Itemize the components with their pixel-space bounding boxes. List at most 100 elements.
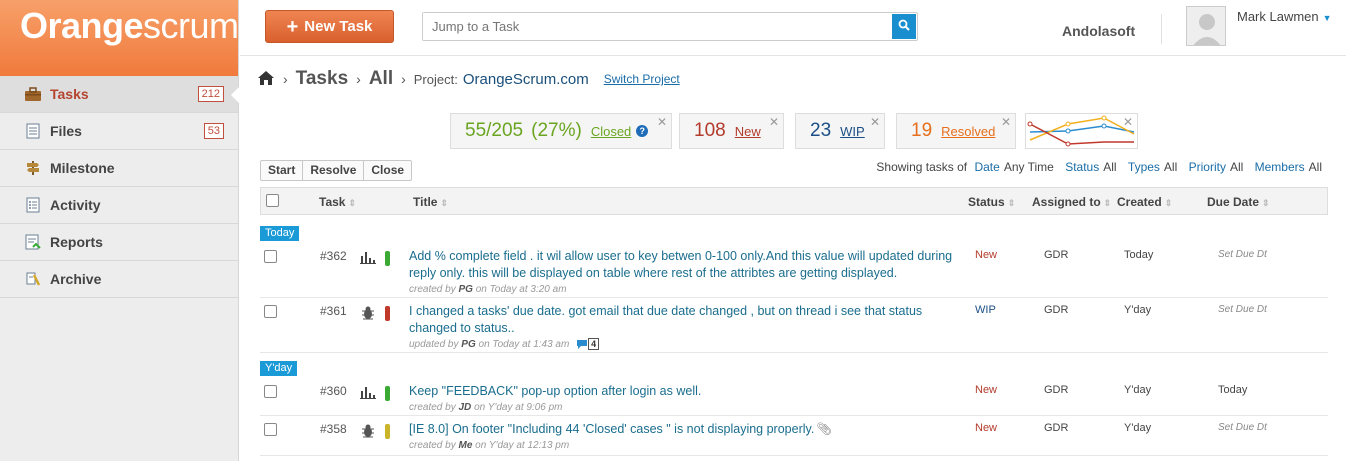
header-created[interactable]: Created ⇕ xyxy=(1117,195,1172,209)
closed-link[interactable]: Closed xyxy=(591,124,631,139)
plus-icon: + xyxy=(286,15,299,38)
task-number[interactable]: #362 xyxy=(320,249,347,263)
sidebar-item-reports[interactable]: Reports xyxy=(0,224,238,261)
due-date[interactable]: Set Due Dt xyxy=(1218,422,1267,433)
filter-date-value: Any Time xyxy=(1003,160,1054,174)
filter-types-value: All xyxy=(1163,160,1178,174)
archive-icon xyxy=(24,271,42,287)
status-label: WIP xyxy=(975,304,996,316)
header-title[interactable]: Title ⇕ xyxy=(413,195,448,209)
assignee[interactable]: GDR xyxy=(1044,304,1068,316)
resolved-stat[interactable]: 19 Resolved ✕ xyxy=(896,113,1016,149)
company-name[interactable]: Andolasoft xyxy=(1062,23,1135,39)
bar-chart-icon xyxy=(360,250,376,267)
filter-members-link[interactable]: Members xyxy=(1255,160,1305,174)
avatar[interactable] xyxy=(1186,6,1226,46)
breadcrumb-filter[interactable]: All xyxy=(369,68,393,90)
sort-icon: ⇕ xyxy=(1103,198,1112,208)
home-icon[interactable] xyxy=(257,70,275,89)
filter-status-link[interactable]: Status xyxy=(1065,160,1099,174)
trend-sparkline[interactable]: ✕ xyxy=(1025,113,1138,149)
close-icon[interactable]: ✕ xyxy=(1123,115,1133,129)
filter-types-link[interactable]: Types xyxy=(1128,160,1160,174)
comment-icon xyxy=(577,339,588,349)
task-number[interactable]: #358 xyxy=(320,422,347,436)
filter-priority-value: All xyxy=(1229,160,1244,174)
resolved-link[interactable]: Resolved xyxy=(941,124,995,139)
search-button[interactable] xyxy=(892,14,916,39)
assignee[interactable]: GDR xyxy=(1044,249,1068,261)
sidebar-item-tasks[interactable]: Tasks 212 xyxy=(0,76,239,113)
sidebar-item-activity[interactable]: Activity xyxy=(0,187,238,224)
task-title-link[interactable]: Add % complete field . it wil allow user… xyxy=(409,248,964,282)
table-row[interactable]: #360 Keep "FEEDBACK" pop-up option after… xyxy=(260,378,1328,416)
start-button[interactable]: Start xyxy=(261,161,304,180)
bug-icon xyxy=(360,423,376,442)
search-input[interactable] xyxy=(423,13,883,40)
filter-members-value: All xyxy=(1308,160,1322,174)
row-checkbox[interactable] xyxy=(264,250,277,263)
assignee[interactable]: GDR xyxy=(1044,384,1068,396)
sidebar-item-files[interactable]: Files 53 xyxy=(0,113,238,150)
task-number[interactable]: #360 xyxy=(320,384,347,398)
divider xyxy=(1161,14,1162,44)
resolve-button[interactable]: Resolve xyxy=(303,161,365,180)
due-date[interactable]: Today xyxy=(1218,384,1247,396)
row-checkbox[interactable] xyxy=(264,305,277,318)
created-date: Y'day xyxy=(1124,422,1152,434)
table-row[interactable]: #361 I changed a tasks' due date. got em… xyxy=(260,298,1328,353)
new-link[interactable]: New xyxy=(735,124,761,139)
sort-icon: ⇕ xyxy=(348,198,357,208)
close-button[interactable]: Close xyxy=(364,161,411,180)
orangescrum-logo[interactable]: Orangescrum xyxy=(0,0,239,76)
select-all-checkbox[interactable] xyxy=(266,194,279,207)
wip-link[interactable]: WIP xyxy=(840,124,865,139)
wip-stat[interactable]: 23 WIP ✕ xyxy=(795,113,885,149)
filter-priority-link[interactable]: Priority xyxy=(1189,160,1226,174)
created-date: Today xyxy=(1124,249,1154,261)
closed-stat[interactable]: 55/205 (27%) Closed ? ✕ xyxy=(450,113,672,149)
close-icon[interactable]: ✕ xyxy=(870,115,880,129)
task-title-link[interactable]: I changed a tasks' due date. got email t… xyxy=(409,303,964,337)
count-badge: 53 xyxy=(203,123,224,139)
table-row[interactable]: #358 [IE 8.0] On footer "Including 44 'C… xyxy=(260,416,1328,456)
task-meta: created by PG on Today at 3:20 am xyxy=(409,284,567,295)
filter-summary: Showing tasks of Date Any Time Status All … xyxy=(876,160,1326,174)
row-checkbox[interactable] xyxy=(264,423,277,436)
report-icon xyxy=(24,234,42,250)
new-task-button[interactable]: + New Task xyxy=(265,10,394,43)
chevron-right-icon: › xyxy=(283,71,288,87)
filter-date-link[interactable]: Date xyxy=(974,160,999,174)
jump-to-task-search xyxy=(422,12,918,41)
due-date[interactable]: Set Due Dt xyxy=(1218,304,1267,315)
chevron-right-icon: › xyxy=(401,71,406,87)
table-row[interactable]: #362 Add % complete field . it wil allow… xyxy=(260,243,1328,298)
sidebar-item-archive[interactable]: Archive xyxy=(0,261,238,298)
new-stat[interactable]: 108 New ✕ xyxy=(679,113,784,149)
sidebar-item-label: Files xyxy=(50,123,82,139)
task-title-link[interactable]: Keep "FEEDBACK" pop-up option after logi… xyxy=(409,383,964,400)
task-number[interactable]: #361 xyxy=(320,304,347,318)
row-checkbox[interactable] xyxy=(264,385,277,398)
close-icon[interactable]: ✕ xyxy=(769,115,779,129)
paperclip-icon[interactable]: 📎︎ xyxy=(816,422,832,436)
comment-count-badge[interactable]: 4 xyxy=(576,338,600,351)
group-label-yesterday: Y'day xyxy=(260,361,298,376)
header-status[interactable]: Status ⇕ xyxy=(968,195,1015,209)
task-meta: created by JD on Y'day at 9:06 pm xyxy=(409,402,563,413)
breadcrumb-tasks[interactable]: Tasks xyxy=(296,68,348,90)
header-task[interactable]: Task ⇕ xyxy=(319,195,356,209)
close-icon[interactable]: ✕ xyxy=(657,115,667,129)
help-icon[interactable]: ? xyxy=(636,125,649,137)
close-icon[interactable]: ✕ xyxy=(1001,115,1011,129)
table-header: Task ⇕ Title ⇕ Status ⇕ Assigned to ⇕ Create… xyxy=(260,187,1328,215)
header-assigned[interactable]: Assigned to ⇕ xyxy=(1032,195,1111,209)
task-title-link[interactable]: [IE 8.0] On footer "Including 44 'Closed… xyxy=(409,422,814,436)
switch-project-link[interactable]: Switch Project xyxy=(604,72,680,86)
due-date[interactable]: Set Due Dt xyxy=(1218,249,1267,260)
assignee[interactable]: GDR xyxy=(1044,422,1068,434)
task-title-cell: Add % complete field . it wil allow user… xyxy=(409,248,964,296)
sidebar-item-milestone[interactable]: Milestone xyxy=(0,150,238,187)
user-menu[interactable]: Mark Lawmen ▼ xyxy=(1237,9,1332,24)
header-due-date[interactable]: Due Date ⇕ xyxy=(1207,195,1270,209)
